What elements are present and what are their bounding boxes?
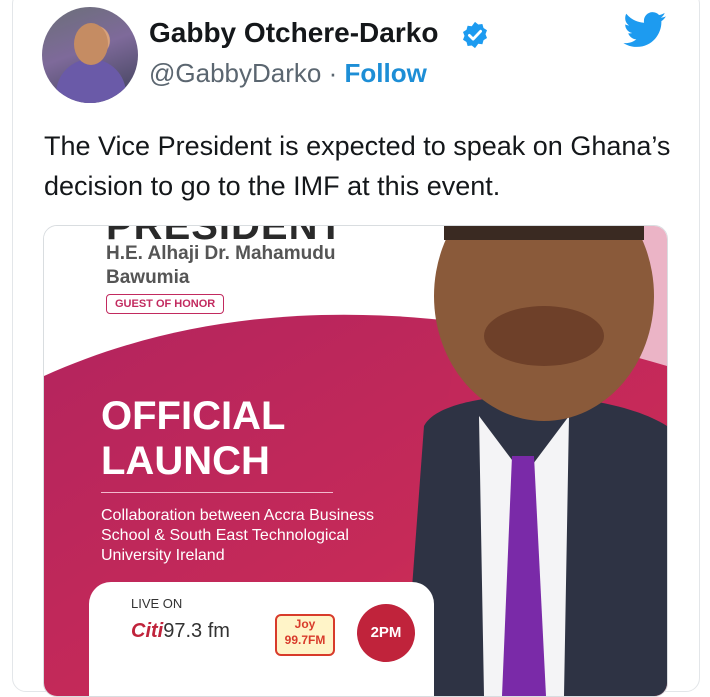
flyer-headline: OFFICIAL LAUNCH: [101, 394, 285, 483]
event-time-badge: 2PM: [357, 604, 415, 662]
citi-fm-logo: Citi97.3 fm: [131, 620, 230, 643]
live-on-box: LIVE ON Citi97.3 fm Joy 99.7FM 2PM: [89, 582, 434, 696]
separator: ·: [328, 58, 338, 88]
flyer-image[interactable]: PRESIDENT H.E. Alhaji Dr. Mahamudu Bawum…: [43, 225, 668, 697]
guest-name: H.E. Alhaji Dr. Mahamudu Bawumia: [106, 243, 336, 288]
guest-badge: GUEST OF HONOR: [106, 294, 225, 314]
avatar[interactable]: [42, 7, 138, 103]
joy-fm-logo: Joy 99.7FM: [275, 614, 335, 656]
author-handle[interactable]: @GabbyDarko: [149, 58, 321, 88]
collaboration-text: Collaboration between Accra Business Sch…: [101, 507, 375, 564]
twitter-bird-icon[interactable]: [623, 12, 667, 48]
follow-button[interactable]: Follow: [345, 58, 427, 88]
tweet-text: The Vice President is expected to speak …: [44, 131, 671, 201]
citi-brand: Citi: [131, 620, 164, 642]
verified-badge-icon: [463, 21, 487, 49]
citi-frequency: 97.3 fm: [163, 620, 230, 642]
handle-row: @GabbyDarko · Follow: [149, 58, 427, 89]
author-name[interactable]: Gabby Otchere-Darko: [149, 17, 438, 49]
divider: [101, 492, 333, 493]
live-on-label: LIVE ON: [131, 596, 183, 611]
